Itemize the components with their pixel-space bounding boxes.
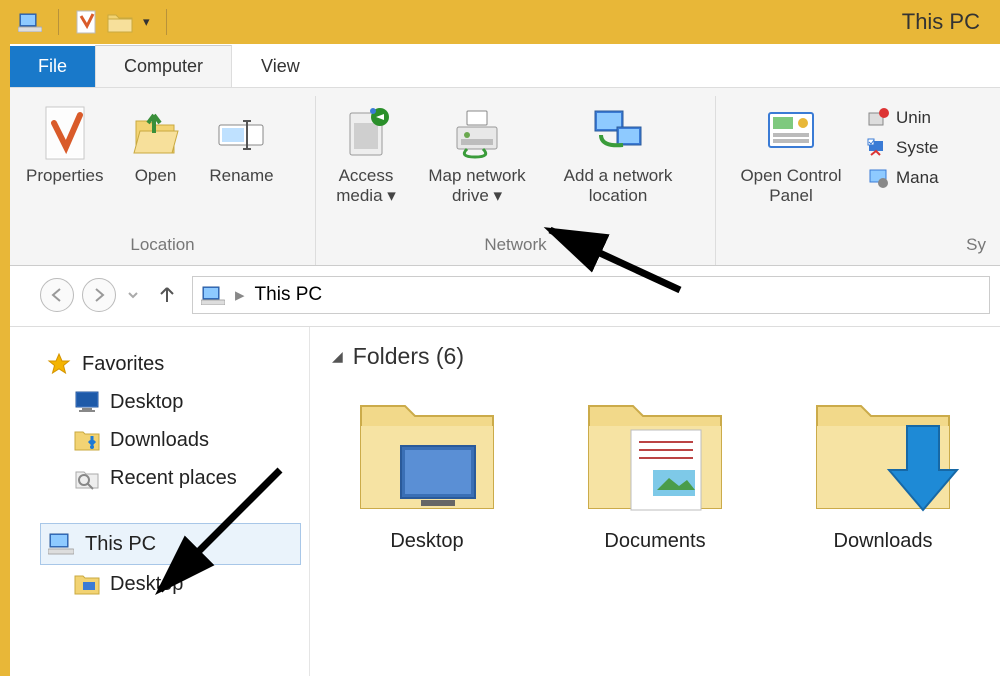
sidebar-favorites[interactable]: Favorites: [40, 345, 301, 383]
group-label-network: Network: [326, 231, 705, 261]
up-button[interactable]: [150, 278, 184, 312]
add-network-location-button[interactable]: Add a network location: [548, 100, 688, 214]
tab-computer[interactable]: Computer: [95, 45, 232, 87]
system-properties-icon: [866, 136, 890, 160]
this-pc-icon: [201, 285, 225, 305]
recent-locations-button[interactable]: [124, 278, 142, 312]
navigation-pane: Favorites Desktop Downloads Recent place…: [10, 327, 310, 676]
folder-label: Desktop: [390, 530, 463, 553]
sidebar-item-label: Desktop: [110, 573, 183, 596]
sidebar-desktop[interactable]: Desktop: [68, 383, 301, 421]
uninstall-icon: [866, 106, 890, 130]
back-button[interactable]: [40, 278, 74, 312]
rename-icon: [212, 104, 270, 162]
folder-label: Downloads: [834, 530, 933, 553]
properties-icon[interactable]: [75, 10, 97, 34]
forward-button[interactable]: [82, 278, 116, 312]
folder-item-downloads[interactable]: Downloads: [798, 382, 968, 553]
group-label-location: Location: [20, 231, 305, 261]
sidebar-item-label: Recent places: [110, 467, 237, 490]
sidebar-item-label: This PC: [85, 533, 156, 556]
recent-places-icon: [74, 465, 100, 491]
desktop-icon: [74, 389, 100, 415]
desktop-folder-icon: [74, 571, 100, 597]
address-bar[interactable]: ▸ This PC: [192, 276, 990, 314]
dropdown-icon[interactable]: ▾: [143, 14, 150, 30]
folder-item-documents[interactable]: Documents: [570, 382, 740, 553]
open-button[interactable]: Open: [115, 100, 195, 214]
chevron-right-icon: ▸: [235, 284, 245, 307]
collapse-icon: ◢: [332, 348, 343, 365]
quick-access-toolbar: ▾: [18, 9, 173, 35]
this-pc-icon: [47, 530, 75, 558]
group-label-system: Sy: [726, 231, 990, 261]
add-network-location-icon: [589, 104, 647, 162]
content: Favorites Desktop Downloads Recent place…: [10, 327, 1000, 676]
open-icon: [126, 104, 184, 162]
access-media-button[interactable]: Access media ▾: [326, 100, 406, 214]
ribbon: Properties Open Rename Location: [10, 88, 1000, 266]
sidebar-this-pc[interactable]: This PC: [40, 523, 301, 565]
folder-item-desktop[interactable]: Desktop: [342, 382, 512, 553]
control-panel-icon: [762, 104, 820, 162]
open-control-panel-button[interactable]: Open Control Panel: [726, 100, 856, 214]
map-drive-icon: [448, 104, 506, 162]
sidebar-recent-places[interactable]: Recent places: [68, 459, 301, 497]
folder-label: Documents: [604, 530, 705, 553]
main-pane: ◢ Folders (6) Desktop Documents: [310, 327, 1000, 676]
access-media-icon: [337, 104, 395, 162]
section-header-folders[interactable]: ◢ Folders (6): [332, 343, 990, 370]
properties-icon: [36, 104, 94, 162]
downloads-folder-icon: [803, 382, 963, 522]
sidebar-item-label: Downloads: [110, 429, 209, 452]
properties-button[interactable]: Properties: [20, 100, 109, 214]
window-title: This PC: [902, 9, 980, 35]
uninstall-button[interactable]: Unin: [862, 104, 943, 132]
file-explorer-window: ▾ This PC File Computer View Properties: [0, 0, 1000, 676]
new-folder-icon[interactable]: [107, 11, 133, 33]
sidebar-downloads[interactable]: Downloads: [68, 421, 301, 459]
this-pc-icon: [18, 12, 42, 32]
system-properties-button[interactable]: Syste: [862, 134, 943, 162]
sidebar-item-label: Desktop: [110, 391, 183, 414]
star-icon: [46, 351, 72, 377]
documents-folder-icon: [575, 382, 735, 522]
tab-view[interactable]: View: [232, 45, 329, 87]
sidebar-item-label: Favorites: [82, 353, 164, 376]
map-network-drive-button[interactable]: Map network drive ▾: [412, 100, 542, 214]
downloads-folder-icon: [74, 427, 100, 453]
manage-button[interactable]: Mana: [862, 164, 943, 192]
navigation-bar: ▸ This PC: [10, 266, 1000, 327]
section-title: Folders (6): [353, 343, 464, 370]
desktop-folder-icon: [347, 382, 507, 522]
breadcrumb-location[interactable]: This PC: [255, 284, 323, 306]
manage-icon: [866, 166, 890, 190]
titlebar: ▾ This PC: [10, 0, 1000, 44]
ribbon-tabs: File Computer View: [10, 44, 1000, 88]
sidebar-desktop-sub[interactable]: Desktop: [68, 565, 301, 603]
tab-file[interactable]: File: [10, 46, 95, 87]
rename-button[interactable]: Rename: [201, 100, 281, 214]
